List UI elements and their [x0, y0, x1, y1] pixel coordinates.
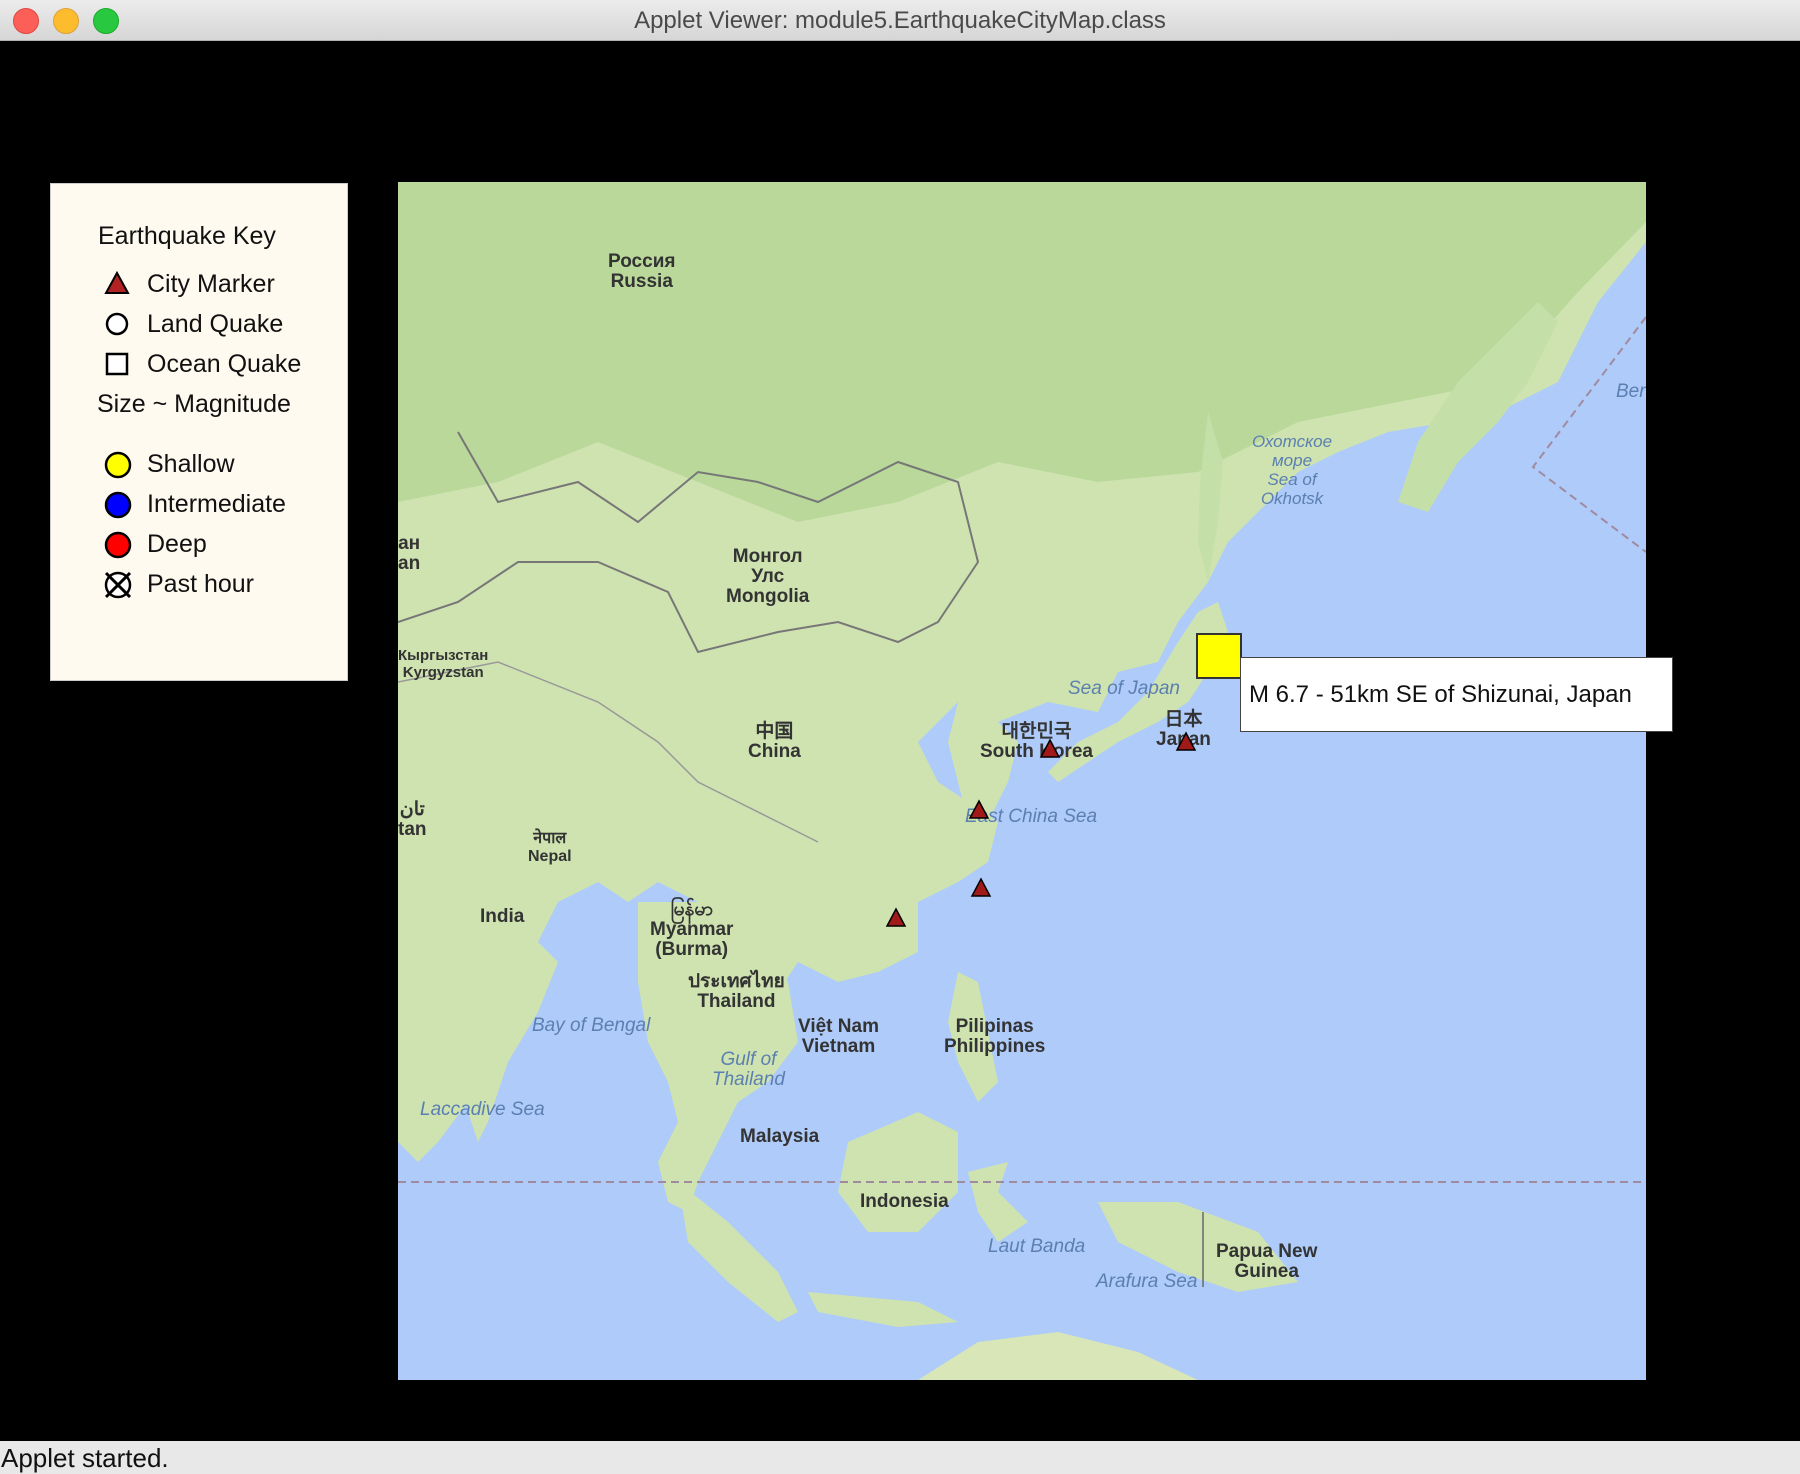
- triangle-icon: [104, 270, 130, 294]
- label-malaysia: Malaysia: [740, 1126, 820, 1147]
- label-indonesia: Indonesia: [860, 1191, 949, 1212]
- ocean-quake-marker[interactable]: [1196, 633, 1242, 679]
- city-marker-tokyo[interactable]: [1175, 731, 1197, 753]
- status-text: Applet started.: [1, 1443, 169, 1473]
- legend-size-magnitude-label: Size ~ Magnitude: [97, 390, 291, 418]
- circle-icon: [105, 312, 129, 336]
- label-bering: Ber: [1616, 381, 1646, 402]
- legend-intermediate-label: Intermediate: [147, 490, 286, 518]
- legend-title: Earthquake Key: [98, 222, 276, 250]
- city-marker-hong-kong[interactable]: [885, 907, 907, 929]
- label-thailand: ประเทศไทย Thailand: [688, 971, 785, 1012]
- red-circle-icon: [104, 531, 132, 559]
- label-vietnam: Việt Nam Vietnam: [798, 1016, 879, 1057]
- blue-circle-icon: [104, 491, 132, 519]
- label-sea-of-okhotsk: Охотское море Sea of Okhotsk: [1252, 432, 1333, 508]
- legend-land-quake-label: Land Quake: [147, 310, 284, 338]
- label-mongolia: Монгол Улс Mongolia: [726, 546, 810, 607]
- label-tan: تان tan: [398, 799, 427, 840]
- legend-deep-label: Deep: [147, 530, 207, 558]
- city-marker-seoul[interactable]: [1039, 738, 1061, 760]
- label-arafura-sea: Arafura Sea: [1096, 1271, 1198, 1292]
- title-bar: Applet Viewer: module5.EarthquakeCityMap…: [0, 0, 1800, 41]
- applet-canvas[interactable]: Earthquake Key City Marker Land Quake Oc…: [0, 41, 1800, 1441]
- label-laut-banda: Laut Banda: [988, 1236, 1086, 1257]
- label-laccadive-sea: Laccadive Sea: [420, 1099, 545, 1120]
- label-myanmar: မြန်မာ Myanmar (Burma): [650, 899, 734, 960]
- legend-ocean-quake-label: Ocean Quake: [147, 350, 302, 378]
- label-bay-of-bengal: Bay of Bengal: [532, 1015, 651, 1036]
- label-philippines: Pilipinas Philippines: [944, 1016, 1046, 1057]
- status-bar: Applet started.: [0, 1441, 1800, 1474]
- quake-tooltip: M 6.7 - 51km SE of Shizunai, Japan: [1240, 657, 1673, 732]
- square-icon: [105, 352, 129, 376]
- legend-city-marker-label: City Marker: [147, 270, 275, 298]
- label-south-korea: 대한민국 South Korea: [980, 721, 1093, 762]
- label-gulf-of-thailand: Gulf of Thailand: [712, 1049, 785, 1090]
- legend-shallow-label: Shallow: [147, 450, 235, 478]
- label-sea-of-japan: Sea of Japan: [1068, 678, 1180, 699]
- legend-past-hour-label: Past hour: [147, 570, 255, 598]
- city-marker-shanghai[interactable]: [968, 799, 990, 821]
- map-background: [398, 182, 1646, 1380]
- label-nepal: नेपाल Nepal: [528, 830, 572, 865]
- label-india: India: [480, 906, 525, 927]
- map-view[interactable]: Россия Russia Монгол Улс Mongolia 中国 Chi…: [398, 182, 1646, 1380]
- city-marker-taipei[interactable]: [970, 877, 992, 899]
- label-china: 中国 China: [748, 721, 801, 762]
- window-title: Applet Viewer: module5.EarthquakeCityMap…: [634, 7, 1166, 34]
- yellow-circle-icon: [104, 451, 132, 479]
- label-kyrgyzstan: Кыргызстан Kyrgyzstan: [398, 647, 489, 681]
- label-papua-new-guinea: Papua New Guinea: [1216, 1241, 1318, 1282]
- earthquake-key-legend: Earthquake Key City Marker Land Quake Oc…: [50, 183, 348, 681]
- label-an: ан an: [398, 533, 421, 574]
- label-russia: Россия Russia: [608, 251, 676, 292]
- past-hour-icon: [104, 571, 132, 599]
